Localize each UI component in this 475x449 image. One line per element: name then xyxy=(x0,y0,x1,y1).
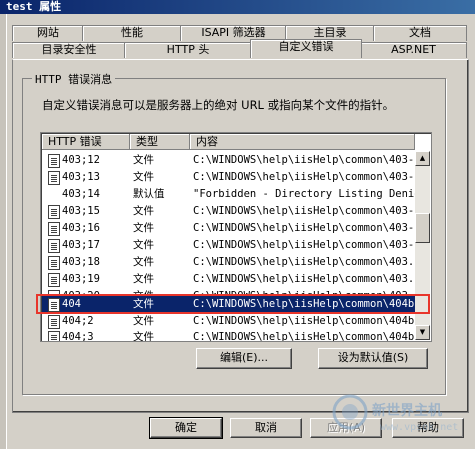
tab-directory-security[interactable]: 目录安全性 xyxy=(12,42,126,58)
list-item[interactable]: 403;12 文件 C:\WINDOWS\help\iisHelp\common… xyxy=(42,152,415,169)
tab-website[interactable]: 网站 xyxy=(12,25,84,41)
list-item[interactable]: 403;18 文件 C:\WINDOWS\help\iisHelp\common… xyxy=(42,254,415,271)
cancel-button[interactable]: 取消 xyxy=(230,418,302,438)
button-label: 编辑(E)... xyxy=(219,351,269,364)
tab-documents[interactable]: 文档 xyxy=(373,25,467,41)
list-item[interactable]: 404;3 文件 C:\WINDOWS\help\iisHelp\common\… xyxy=(42,329,415,342)
document-icon xyxy=(48,273,60,287)
watermark-logo-icon xyxy=(332,394,368,430)
cell-type: 文件 xyxy=(133,331,154,342)
document-icon xyxy=(48,205,60,219)
cell-type: 文件 xyxy=(133,256,154,268)
cell-code: 403;18 xyxy=(62,256,100,268)
tab-label: 目录安全性 xyxy=(41,43,97,56)
document-icon xyxy=(48,315,60,329)
cell-type: 文件 xyxy=(133,205,154,217)
cell-code: 403;12 xyxy=(62,154,100,166)
ok-button[interactable]: 确定 xyxy=(149,417,223,439)
column-label: 内容 xyxy=(196,135,218,148)
document-icon xyxy=(48,256,60,270)
column-label: 类型 xyxy=(136,135,158,148)
list-item[interactable]: 403;14 默认值 "Forbidden - Directory Listin… xyxy=(42,186,415,203)
cell-type: 文件 xyxy=(133,222,154,234)
list-item[interactable]: 403;13 文件 C:\WINDOWS\help\iisHelp\common… xyxy=(42,169,415,186)
background-window-edge xyxy=(0,14,7,449)
button-label: 确定 xyxy=(175,421,197,434)
document-icon xyxy=(48,331,60,341)
scroll-up-arrow-icon[interactable]: ▲ xyxy=(415,151,430,166)
tab-label: ISAPI 筛选器 xyxy=(201,26,266,39)
cell-code: 403;14 xyxy=(62,188,100,200)
tab-custom-errors[interactable]: 自定义错误 xyxy=(250,39,362,58)
button-label: 设为默认值(S) xyxy=(337,351,409,364)
document-icon xyxy=(48,154,60,168)
cell-code: 403;13 xyxy=(62,171,100,183)
cell-content: "Forbidden - Directory Listing Denied" xyxy=(193,188,415,200)
column-label: HTTP 错误 xyxy=(48,135,102,148)
tab-label: 主目录 xyxy=(313,26,347,39)
button-label: 取消 xyxy=(255,421,277,434)
scrollbar-thumb[interactable] xyxy=(415,213,430,243)
list-item[interactable]: 403;16 文件 C:\WINDOWS\help\iisHelp\common… xyxy=(42,220,415,237)
tab-label: 网站 xyxy=(37,26,59,39)
tab-label: 自定义错误 xyxy=(278,40,334,53)
document-icon xyxy=(48,222,60,236)
highlight-box xyxy=(36,294,430,314)
watermark-url: www.vpsok.net xyxy=(380,422,459,433)
cell-content: C:\WINDOWS\help\iisHelp\common\403-... xyxy=(193,239,415,251)
cell-content: C:\WINDOWS\help\iisHelp\common\403-... xyxy=(193,222,415,234)
cell-type: 文件 xyxy=(133,315,154,327)
tab-label: 性能 xyxy=(121,26,143,39)
cell-code: 403;16 xyxy=(62,222,100,234)
list-item[interactable]: 403;17 文件 C:\WINDOWS\help\iisHelp\common… xyxy=(42,237,415,254)
cell-code: 404;3 xyxy=(62,331,94,342)
cell-type: 文件 xyxy=(133,171,154,183)
group-description: 自定义错误消息可以是服务器上的绝对 URL 或指向某个文件的指针。 xyxy=(42,98,395,112)
document-icon xyxy=(48,171,60,185)
cell-content: C:\WINDOWS\help\iisHelp\common\404b.h xyxy=(193,331,415,342)
cell-type: 文件 xyxy=(133,273,154,285)
column-header-type[interactable]: 类型 xyxy=(130,134,190,150)
column-header-http-error[interactable]: HTTP 错误 xyxy=(42,134,130,150)
document-icon xyxy=(48,239,60,253)
list-item[interactable]: 404;2 文件 C:\WINDOWS\help\iisHelp\common\… xyxy=(42,313,415,330)
cell-content: C:\WINDOWS\help\iisHelp\common\403-... xyxy=(193,154,415,166)
list-item[interactable]: 403;15 文件 C:\WINDOWS\help\iisHelp\common… xyxy=(42,203,415,220)
cell-code: 403;19 xyxy=(62,273,100,285)
cell-content: C:\WINDOWS\help\iisHelp\common\404b.h xyxy=(193,315,415,327)
cell-type: 文件 xyxy=(133,239,154,251)
set-default-button[interactable]: 设为默认值(S) xyxy=(318,348,428,369)
tab-label: ASP.NET xyxy=(391,43,436,56)
cell-content: C:\WINDOWS\help\iisHelp\common\403.ht xyxy=(193,256,415,268)
window-title: test 属性 xyxy=(6,0,62,13)
tab-aspnet[interactable]: ASP.NET xyxy=(360,42,467,58)
cell-code: 403;15 xyxy=(62,205,100,217)
tab-label: HTTP 头 xyxy=(166,43,210,56)
column-header-content[interactable]: 内容 xyxy=(190,134,415,150)
cell-content: C:\WINDOWS\help\iisHelp\common\403-... xyxy=(193,205,415,217)
group-title: HTTP 错误消息 xyxy=(32,71,116,87)
tab-label: 文档 xyxy=(409,26,431,39)
list-item[interactable]: 403;19 文件 C:\WINDOWS\help\iisHelp\common… xyxy=(42,271,415,288)
cell-type: 默认值 xyxy=(133,188,165,200)
cell-type: 文件 xyxy=(133,154,154,166)
title-bar[interactable]: test 属性 xyxy=(0,0,475,14)
cell-content: C:\WINDOWS\help\iisHelp\common\403-... xyxy=(193,171,415,183)
edit-button[interactable]: 编辑(E)... xyxy=(196,348,292,369)
scroll-down-arrow-icon[interactable]: ▼ xyxy=(415,325,430,340)
cell-code: 404;2 xyxy=(62,315,94,327)
watermark-text: 新世界主机 xyxy=(372,403,442,419)
cell-content: C:\WINDOWS\help\iisHelp\common\403.ht xyxy=(193,273,415,285)
tab-http-headers[interactable]: HTTP 头 xyxy=(124,42,252,58)
cell-code: 403;17 xyxy=(62,239,100,251)
tab-performance[interactable]: 性能 xyxy=(82,25,182,41)
